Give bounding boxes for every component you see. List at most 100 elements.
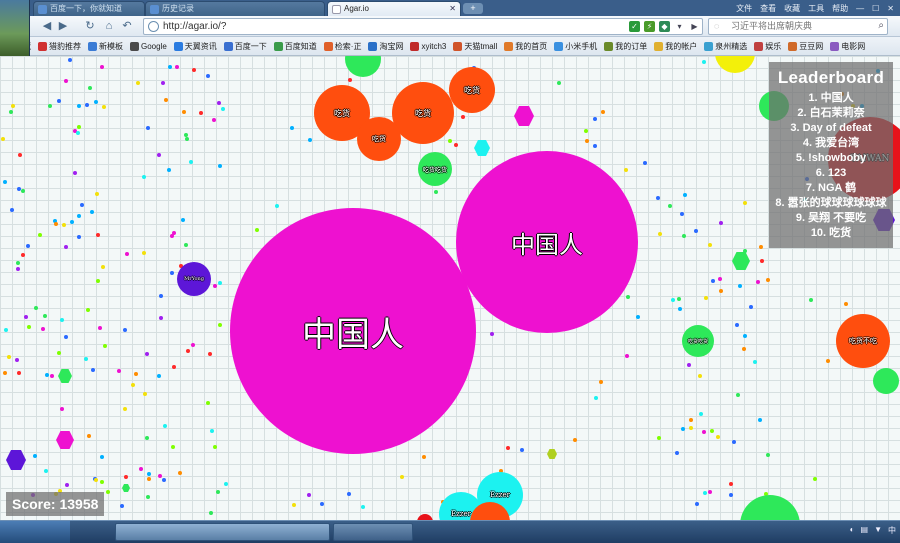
search-icon[interactable]: ⌕ [878, 20, 884, 31]
bookmark-label: 猎豹推荐 [49, 41, 81, 51]
undo-icon[interactable]: ↶ [120, 18, 134, 34]
download-icon[interactable]: ▼ [874, 525, 882, 536]
go-arrow-icon[interactable]: ▶ [689, 21, 700, 32]
shield-icon[interactable]: ✓ [629, 21, 640, 32]
page-tab-icon [332, 5, 341, 14]
player-cell: MrYong [177, 262, 211, 296]
food-pellet [701, 60, 706, 64]
food-pellet [76, 131, 81, 136]
food-pellet [177, 470, 182, 475]
cell-name: 吃货 [464, 85, 480, 95]
food-pellet [843, 301, 848, 306]
cell-name: 吃货 [334, 108, 350, 118]
bookmark-item[interactable]: xyitch3 [410, 41, 446, 51]
bookmark-icon [38, 41, 47, 51]
bookmark-item[interactable]: 百度一下 [223, 41, 267, 52]
food-pellet [689, 417, 694, 422]
bookmark-item[interactable]: 新模板 [88, 41, 123, 52]
food-pellet [209, 429, 214, 434]
refresh-icon[interactable]: ↻ [83, 18, 97, 34]
bookmark-item[interactable]: 我的帐户 [654, 41, 697, 52]
bookmark-item[interactable]: 泉州精选 [704, 41, 747, 52]
tab-baidu[interactable]: 百度一下，你就知道 [33, 1, 145, 16]
search-box[interactable]: ◌ ⌕ [708, 18, 888, 35]
food-pellet [2, 371, 7, 376]
search-engine-icon[interactable]: ◌ [714, 21, 719, 31]
bookmark-item[interactable]: 我的订单 [604, 41, 647, 52]
food-pellet [57, 99, 62, 103]
new-tab-button[interactable]: + [463, 3, 483, 14]
food-pellet [731, 439, 736, 444]
food-pellet [60, 407, 65, 412]
bookmark-item[interactable]: 豆豆网 [788, 41, 823, 52]
food-pellet [163, 98, 168, 103]
cell-name: 中国人 [302, 314, 404, 355]
food-pellet [217, 100, 221, 105]
address-url[interactable]: http://agar.io/? [163, 21, 226, 32]
network-icon[interactable]: ▤ [861, 525, 869, 536]
food-pellet [212, 444, 217, 449]
food-pellet [695, 501, 700, 506]
dropdown-arrow-icon[interactable]: ▾ [674, 21, 685, 32]
game-canvas[interactable]: 中国人 中国人 吃货 吃货 吃货 吃货 吃货吃货 MrYong 吃货吃货 吃货不吃 Ezzer Ezz… [0, 56, 900, 520]
food-pellet [671, 297, 676, 302]
food-pellet [68, 58, 73, 63]
ime-icon[interactable]: 中 [888, 525, 896, 536]
food-pellet [50, 373, 55, 378]
bookmark-item[interactable]: 百度知道 [273, 41, 317, 52]
bookmark-item[interactable]: 电影网 [830, 41, 865, 52]
taskbar-browser-button[interactable] [115, 523, 330, 541]
menu-help[interactable]: 帮助 [832, 3, 848, 14]
food-pellet [64, 78, 69, 83]
bookmark-item[interactable]: 小米手机 [554, 41, 597, 52]
food-pellet [146, 126, 151, 131]
home-icon[interactable]: ⌂ [102, 18, 116, 34]
player-cell: 中国人 [456, 151, 638, 333]
bookmark-item[interactable]: 天猫tmall [453, 41, 497, 52]
security-icon[interactable]: ◆ [659, 21, 670, 32]
forward-arrow-icon[interactable]: ▶ [56, 18, 70, 34]
speaker-icon[interactable]: ◐ [850, 525, 855, 536]
bookmark-item[interactable]: 淘宝网 [368, 41, 403, 52]
food-pellet [205, 74, 210, 78]
tab-history[interactable]: 历史记录 [145, 1, 325, 16]
bookmark-label: 百度一下 [234, 41, 267, 51]
food-pellet [677, 297, 682, 302]
minimize-icon[interactable]: — [856, 4, 864, 13]
speed-icon[interactable]: ⚡ [644, 21, 655, 32]
bookmark-item[interactable]: 猎豹推荐 [38, 41, 81, 52]
menu-favorites[interactable]: 收藏 [784, 3, 800, 14]
food-pellet [217, 323, 222, 328]
ejected-mass [56, 431, 74, 449]
address-bar[interactable]: http://agar.io/? ✓ ⚡ ◆ ▾ ▶ [143, 18, 703, 35]
taskbar-app-button[interactable] [333, 523, 413, 541]
start-area[interactable] [0, 521, 70, 543]
food-pellet [131, 382, 135, 387]
leaderboard-entry: 9. 吴翔 不要吃 [795, 212, 867, 224]
food-pellet [361, 505, 366, 510]
food-pellet [592, 117, 597, 122]
search-input[interactable] [731, 21, 871, 31]
close-window-icon[interactable]: ✕ [887, 4, 894, 13]
close-tab-icon[interactable]: ✕ [449, 2, 456, 16]
leaderboard-entry: 10. 吃货 [810, 227, 852, 239]
bookmark-item[interactable]: Google [130, 41, 167, 51]
tab-agario[interactable]: Agar.io ✕ [327, 1, 461, 16]
bookmark-icon [130, 41, 139, 51]
bookmark-item[interactable]: 娱乐 [754, 41, 781, 52]
menu-file[interactable]: 文件 [736, 3, 752, 14]
back-arrow-icon[interactable]: ◀ [40, 18, 54, 34]
food-pellet [16, 267, 20, 272]
food-pellet [506, 445, 511, 450]
food-pellet [601, 110, 606, 115]
bookmark-item[interactable]: 检索·正 [323, 41, 361, 52]
menu-tools[interactable]: 工具 [808, 3, 824, 14]
food-pellet [699, 412, 703, 417]
food-cell [715, 56, 755, 73]
food-pellet [145, 436, 150, 441]
bookmark-item[interactable]: 我的首页 [504, 41, 547, 52]
menu-view[interactable]: 查看 [760, 3, 776, 14]
maximize-icon[interactable]: ☐ [872, 4, 879, 13]
bookmark-item[interactable]: 天翼资讯 [173, 41, 217, 52]
cell-name: 吃货 [372, 135, 386, 143]
